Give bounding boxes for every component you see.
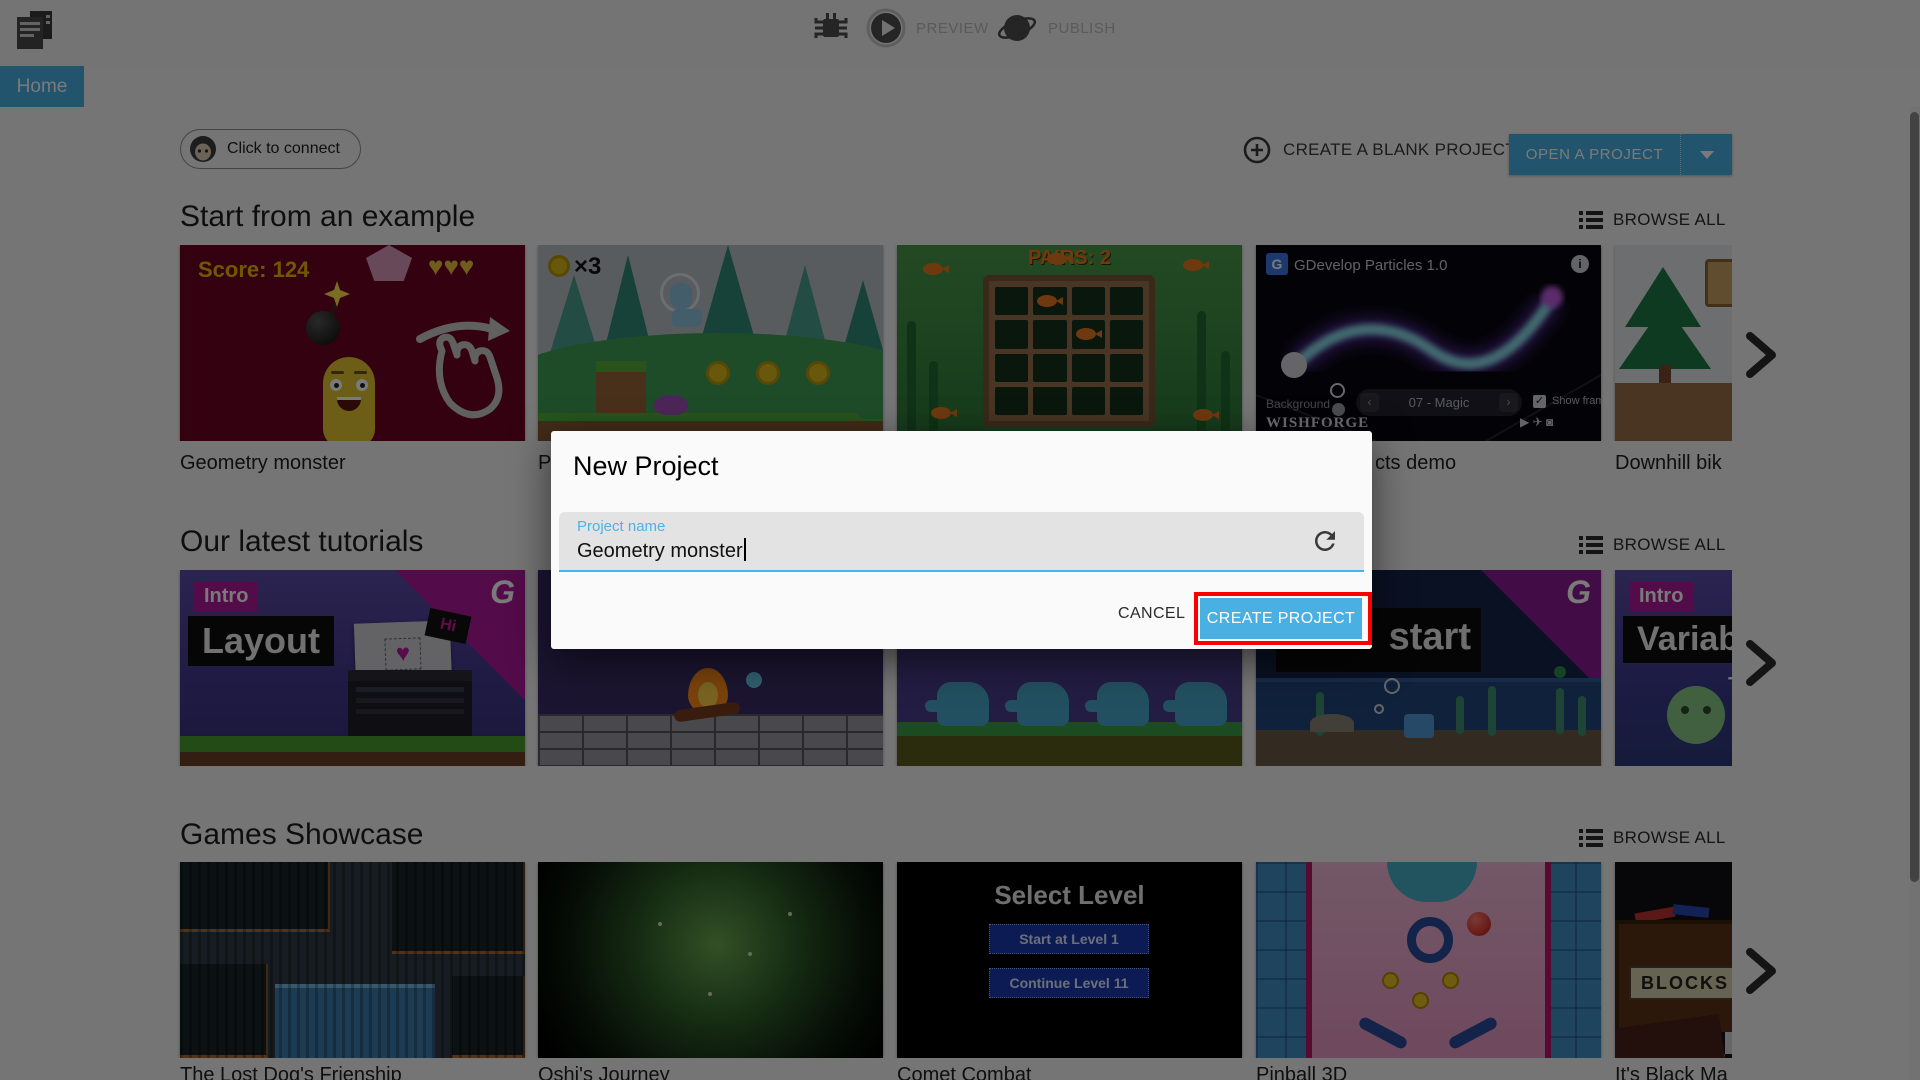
refresh-icon[interactable] [1310,526,1340,556]
dialog-title: New Project [573,451,719,481]
project-name-label: Project name [577,518,666,535]
project-name-input[interactable]: Geometry monster [577,538,746,563]
highlight-box [1194,592,1372,645]
cancel-button[interactable]: CANCEL [1118,605,1185,623]
text-cursor [743,538,746,561]
project-name-field[interactable]: Project name Geometry monster [559,512,1364,572]
